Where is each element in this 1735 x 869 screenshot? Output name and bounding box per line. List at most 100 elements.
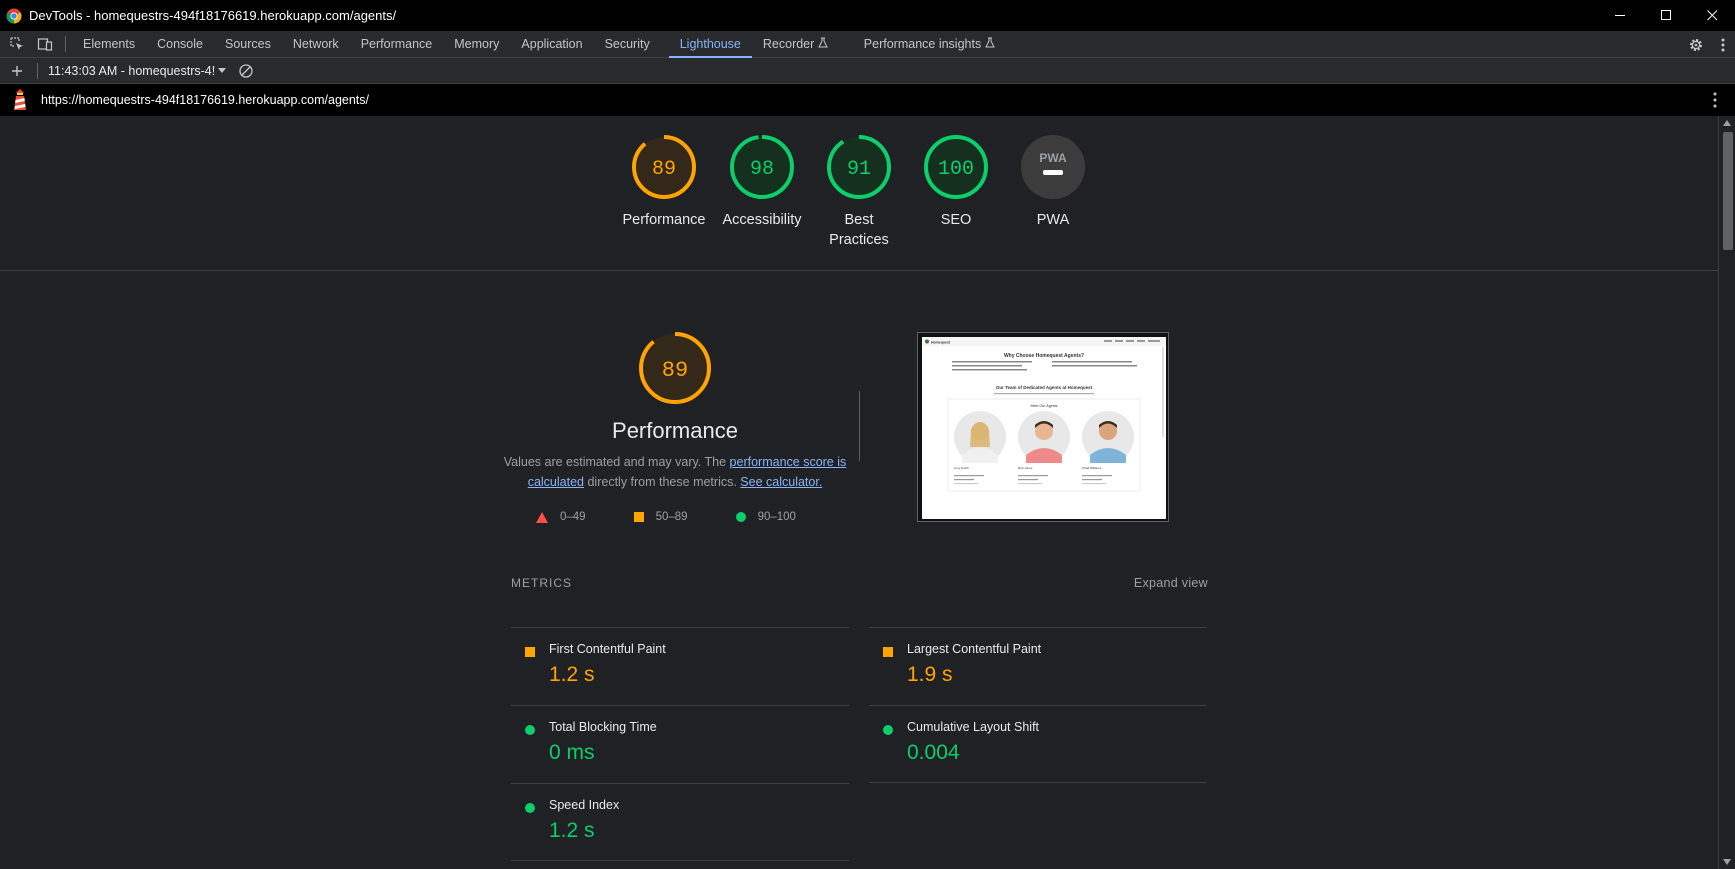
metric-name: Speed Index [549, 798, 620, 812]
legend-range: 50–89 [655, 511, 688, 523]
metric-largest-contentful-paint: Largest Contentful Paint 1.9 s [869, 627, 1207, 705]
report-url[interactable]: https://homequestrs-494f18176619.herokua… [41, 93, 369, 107]
device-toolbar-button[interactable] [31, 31, 59, 58]
legend-pass: 90–100 [735, 511, 796, 523]
experiment-flask-icon [817, 37, 828, 47]
scroll-down-arrow-icon[interactable] [1723, 859, 1731, 865]
see-calculator-link[interactable]: See calculator. [740, 475, 822, 489]
report-select[interactable]: 11:43:03 AM - homequestrs-4! [48, 63, 227, 78]
gauge-score: 89 [652, 158, 676, 181]
screenshot-heading-1: Why Choose Homequest Agents? [1004, 353, 1084, 359]
customize-menu-button[interactable] [1711, 31, 1735, 58]
square-icon [633, 512, 644, 522]
circle-icon [525, 803, 535, 813]
gauge-score: 91 [847, 158, 871, 181]
tab-performance[interactable]: Performance [350, 31, 444, 58]
metric-value: 1.9 s [907, 663, 953, 686]
chevron-down-icon [218, 67, 227, 73]
score-legend: 0–49 50–89 90–100 [536, 511, 844, 523]
metric-first-contentful-paint: First Contentful Paint 1.2 s [511, 627, 849, 705]
metric-value: 1.2 s [549, 663, 595, 686]
metrics-title: METRICS [511, 576, 572, 590]
close-icon [1706, 10, 1717, 21]
gauge-score: 98 [750, 158, 774, 181]
tab-security[interactable]: Security [594, 31, 661, 58]
screenshot-agent-2: Rob Jones [1018, 466, 1033, 470]
tab-recorder[interactable]: Recorder [752, 31, 839, 58]
gauge-label: SEO [940, 212, 972, 228]
experiment-flask-icon [984, 37, 995, 47]
gauge-performance[interactable]: 89 Performance [614, 135, 714, 230]
metric-value: 0 ms [549, 741, 595, 764]
scroll-up-arrow-icon[interactable] [1723, 120, 1731, 126]
minimize-icon [1614, 15, 1625, 16]
report-menu-icon[interactable] [1713, 92, 1717, 108]
minimize-button[interactable] [1597, 0, 1643, 31]
window-titlebar: DevTools - homequestrs-494f18176619.hero… [0, 0, 1735, 31]
tab-performance-insights[interactable]: Performance insights [853, 31, 1006, 58]
screenshot-page: Homequest Why Choose Homequest Agents? O… [922, 337, 1166, 519]
tab-network[interactable]: Network [282, 31, 350, 58]
summary-divider [859, 391, 860, 461]
legend-fail: 0–49 [536, 511, 586, 523]
tab-console[interactable]: Console [146, 31, 214, 58]
pwa-badge-text: PWA [1039, 151, 1067, 165]
scrollbar-thumb[interactable] [1723, 132, 1733, 250]
performance-summary: 89 Performance Values are estimated and … [500, 331, 850, 492]
desc-text: directly from these metrics. [584, 475, 741, 489]
maximize-button[interactable] [1643, 0, 1689, 31]
performance-description: Values are estimated and may vary. The p… [500, 452, 850, 492]
performance-score: 89 [662, 358, 688, 383]
gauge-label: Best Practices [829, 212, 889, 248]
gauge-best-practices[interactable]: 91 Best Practices [809, 135, 909, 250]
metric-total-blocking-time: Total Blocking Time 0 ms [511, 705, 849, 783]
metrics-header: METRICS Expand view [511, 576, 1208, 590]
desc-text: Values are estimated and may vary. The [503, 455, 730, 469]
inspect-icon [10, 37, 23, 50]
expand-view-toggle[interactable]: Expand view [1134, 576, 1208, 590]
metric-speed-index: Speed Index 1.2 s [511, 783, 849, 861]
inspect-element-button[interactable] [3, 31, 31, 58]
gauge-label: Accessibility [722, 212, 802, 228]
tab-lighthouse[interactable]: Lighthouse [668, 31, 753, 58]
circle-icon [735, 512, 746, 522]
settings-button[interactable] [1681, 31, 1711, 58]
gauge-ring: 100 [924, 135, 988, 199]
square-icon [883, 647, 893, 657]
report-url-bar: https://homequestrs-494f18176619.herokua… [0, 84, 1735, 116]
tab-recorder-label: Recorder [762, 36, 815, 51]
screenshot-agent-3: Chad Williams [1082, 466, 1102, 470]
close-button[interactable] [1689, 0, 1735, 31]
performance-gauge: 89 [639, 332, 711, 404]
circle-icon [525, 725, 535, 735]
gauge-seo[interactable]: 100 SEO [906, 135, 1006, 230]
gauge-pwa[interactable]: PWA PWA [1003, 135, 1103, 230]
tab-elements[interactable]: Elements [72, 31, 146, 58]
toolbar-divider [65, 36, 66, 52]
category-gauges: 89 Performance 98 Accessibility 91 Best … [0, 116, 1718, 271]
final-screenshot[interactable]: Homequest Why Choose Homequest Agents? O… [917, 332, 1169, 522]
tab-application[interactable]: Application [510, 31, 593, 58]
gauge-ring: 91 [827, 135, 891, 199]
screenshot-agent-1: Amy Smith [954, 466, 969, 470]
block-icon [239, 63, 253, 78]
screenshot-brand: Homequest [931, 341, 951, 345]
tab-performance-insights-label: Performance insights [863, 36, 982, 51]
metric-name: Total Blocking Time [549, 720, 657, 734]
screenshot-render: Homequest Why Choose Homequest Agents? O… [922, 337, 1166, 519]
gauge-ring: 98 [730, 135, 794, 199]
new-report-button[interactable] [3, 57, 31, 84]
toolbar-divider [37, 62, 38, 79]
maximize-icon [1660, 10, 1671, 20]
square-icon [525, 647, 535, 657]
gear-icon [1690, 38, 1702, 51]
triangle-icon [536, 511, 548, 523]
lighthouse-report: 89 Performance 98 Accessibility 91 Best … [0, 116, 1718, 869]
gauge-ring: 89 [632, 135, 696, 199]
tab-memory[interactable]: Memory [443, 31, 510, 58]
report-scrollbar[interactable] [1718, 116, 1735, 869]
clear-reports-button[interactable] [232, 57, 260, 84]
gauge-accessibility[interactable]: 98 Accessibility [712, 135, 812, 230]
report-select-value: 11:43:03 AM - homequestrs-4! [48, 63, 216, 78]
tab-sources[interactable]: Sources [214, 31, 282, 58]
